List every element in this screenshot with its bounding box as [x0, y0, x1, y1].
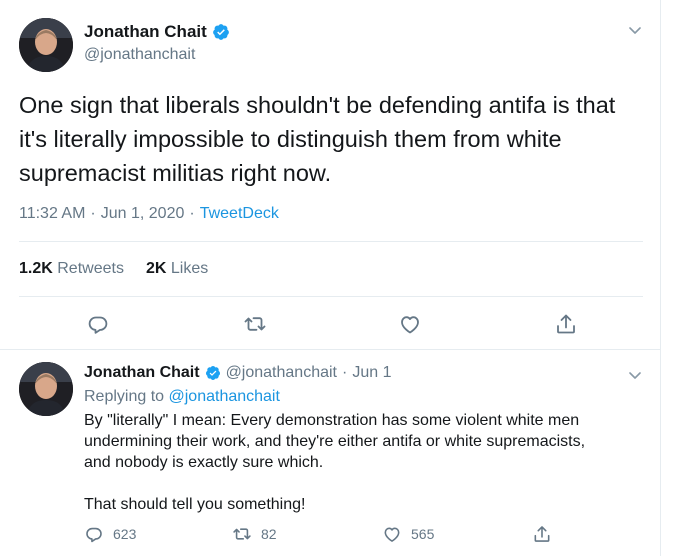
heart-icon — [384, 527, 400, 542]
reply-line: undermining their work, and they're eith… — [84, 433, 586, 450]
chevron-down-icon[interactable] — [627, 367, 643, 383]
retweet-button[interactable]: 82 — [232, 524, 277, 544]
retweets-stat[interactable]: 1.2K Retweets — [19, 260, 124, 278]
reply-header: Jonathan Chait @jonathanchait · Jun 1 — [84, 364, 391, 382]
reply-line: and nobody is exactly sure which. — [84, 454, 324, 471]
share-icon — [557, 314, 575, 334]
likes-label: Likes — [170, 260, 209, 277]
likes-count: 2K — [145, 260, 167, 277]
retweets-label: Retweets — [57, 260, 124, 277]
tweet-source[interactable]: TweetDeck — [200, 205, 279, 223]
replying-to: Replying to @jonathanchait — [84, 388, 280, 406]
reply-icon — [88, 316, 108, 334]
tweet-stats: 1.2K Retweets 2K Likes — [19, 260, 208, 278]
share-button[interactable] — [532, 524, 552, 544]
like-count: 565 — [411, 526, 435, 542]
reply-button[interactable]: 623 — [84, 524, 136, 544]
reply-count: 623 — [113, 526, 137, 542]
meta-separator: · — [342, 364, 348, 381]
share-icon — [534, 526, 550, 542]
tweet-text: One sign that liberals shouldn't be defe… — [19, 92, 616, 186]
replying-label: Replying to — [84, 388, 165, 405]
tweet-meta: 11:32 AM · Jun 1, 2020 · TweetDeck — [19, 205, 279, 223]
meta-separator: · — [90, 205, 96, 222]
chevron-down-icon[interactable] — [627, 22, 643, 38]
like-button[interactable]: 565 — [382, 524, 434, 544]
reply-text: By "literally" I mean: Every demonstrati… — [84, 410, 644, 515]
reply-line: That should tell you something! — [84, 496, 306, 513]
likes-stat[interactable]: 2K Likes — [146, 260, 208, 278]
author-name[interactable]: Jonathan Chait — [84, 22, 207, 42]
tweet-date[interactable]: Jun 1 — [352, 364, 391, 382]
tweet-time[interactable]: 11:32 AM — [19, 205, 85, 223]
divider — [19, 296, 643, 297]
reply-line: By "literally" I mean: Every demonstrati… — [84, 412, 580, 429]
reply-icon — [86, 527, 102, 543]
reply-actions: 623 82 565 — [84, 524, 564, 548]
avatar[interactable] — [19, 362, 73, 416]
share-button[interactable] — [554, 312, 578, 336]
meta-separator: · — [189, 205, 195, 222]
divider — [19, 241, 643, 242]
reply-button[interactable] — [86, 312, 110, 336]
like-button[interactable] — [398, 312, 422, 336]
retweets-count: 1.2K — [19, 260, 53, 277]
avatar[interactable] — [19, 18, 73, 72]
retweet-icon — [244, 317, 266, 331]
verified-badge-icon — [205, 366, 220, 380]
retweet-icon — [233, 528, 251, 540]
tweet-date[interactable]: Jun 1, 2020 — [101, 205, 185, 223]
heart-icon — [401, 316, 419, 334]
author-name[interactable]: Jonathan Chait — [84, 364, 200, 382]
verified-badge-icon — [212, 24, 229, 40]
tweet-thread: Jonathan Chait @jonathanchait One sign t… — [0, 0, 661, 556]
retweet-button[interactable] — [243, 312, 267, 336]
author-handle[interactable]: @jonathanchait — [226, 364, 337, 382]
author-handle[interactable]: @jonathanchait — [84, 46, 195, 64]
mention-link[interactable]: @jonathanchait — [169, 388, 280, 405]
retweet-count: 82 — [261, 526, 277, 542]
